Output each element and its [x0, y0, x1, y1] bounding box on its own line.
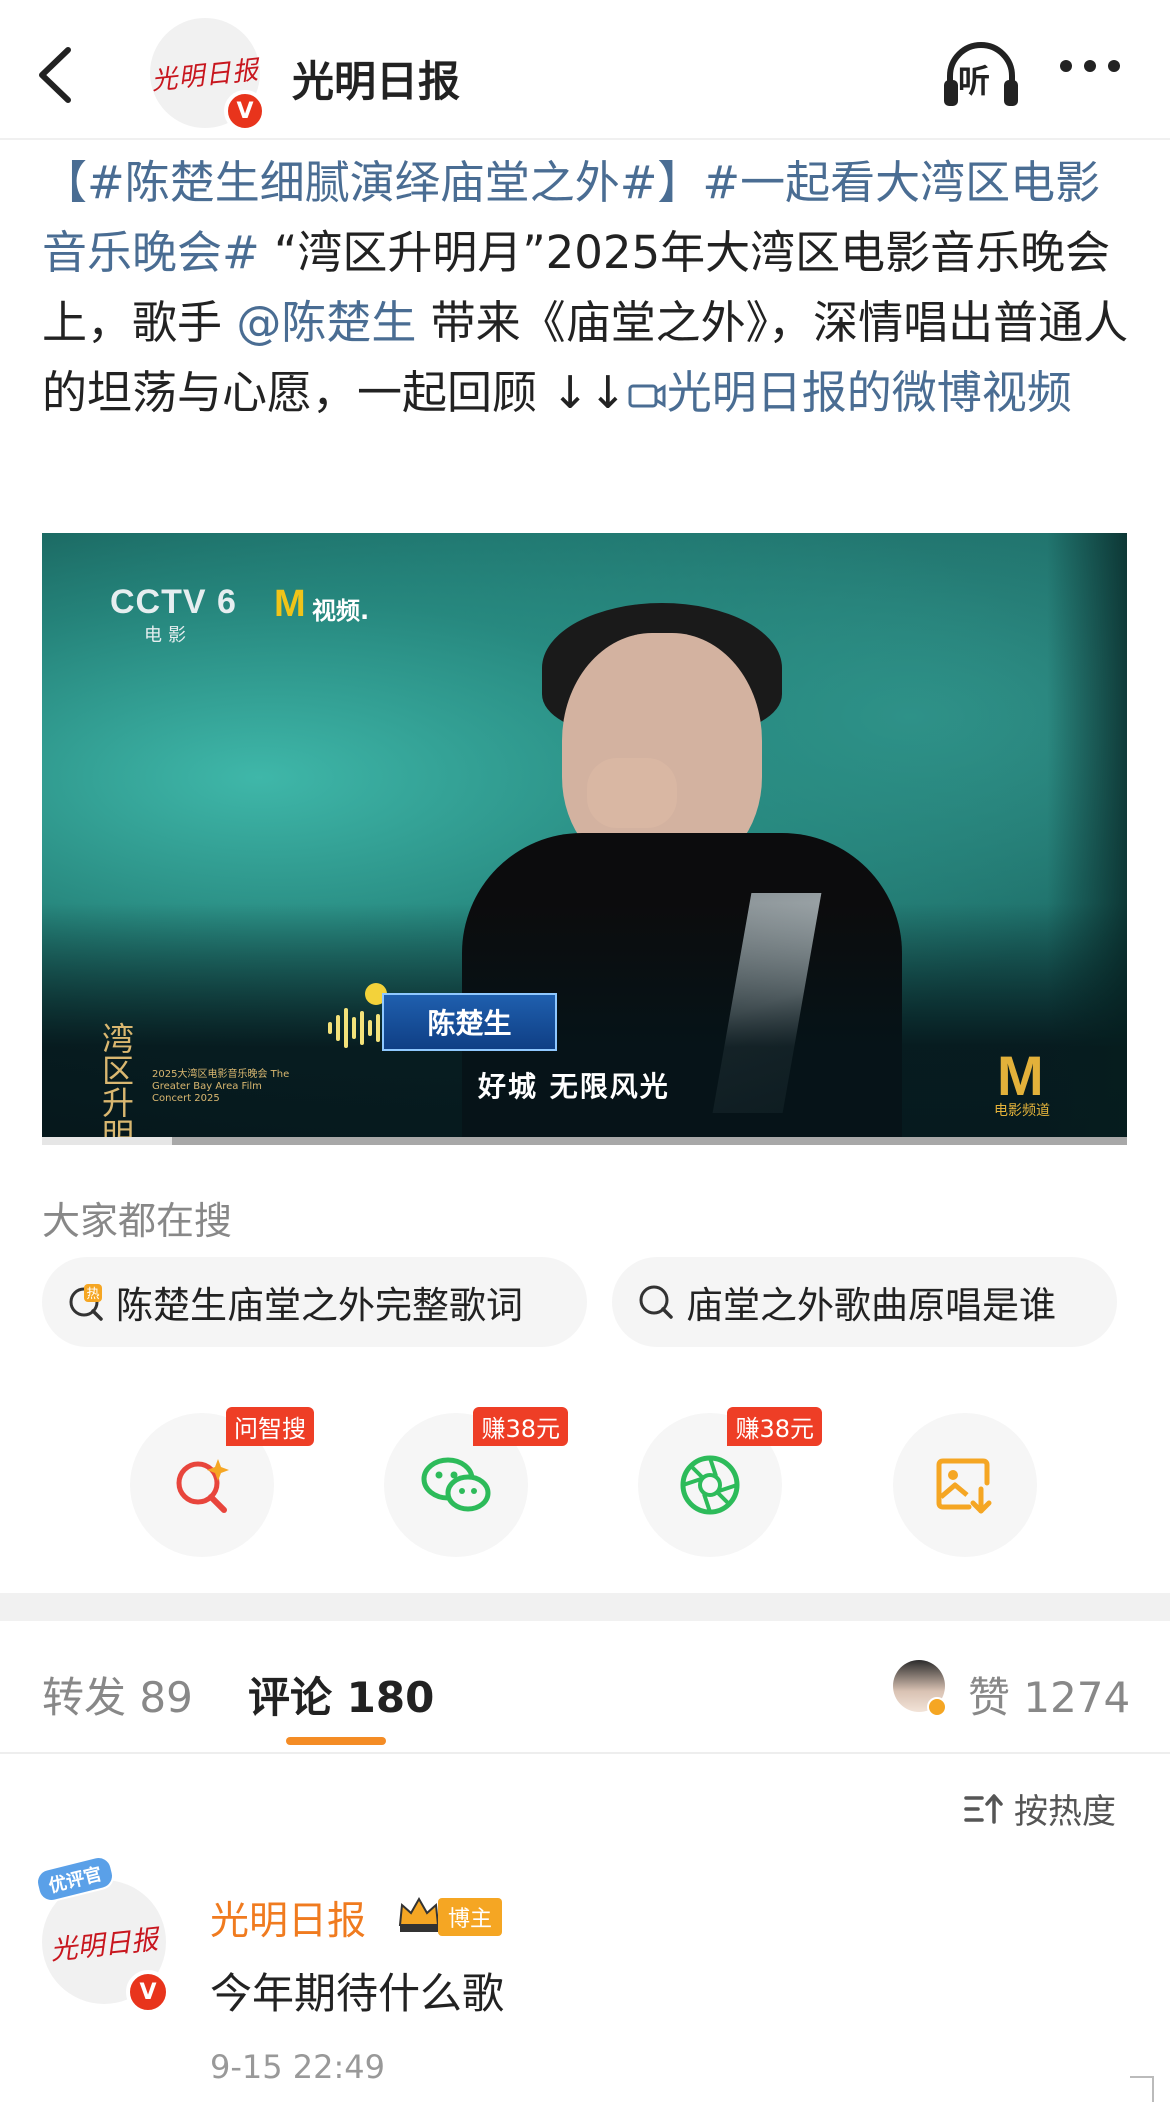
share-wechat-button[interactable]: 赚38元 — [384, 1407, 568, 1557]
svg-text:热: 热 — [86, 1287, 99, 1302]
ai-search-button[interactable]: 问智搜 — [130, 1407, 314, 1557]
lyric-subtitle: 好城 无限风光 — [478, 1070, 670, 1103]
tab-repost[interactable]: 转发 89 — [42, 1664, 193, 1725]
trending-search-title: 大家都在搜 — [42, 1199, 233, 1243]
hot-search-icon: 热 — [69, 1284, 103, 1321]
post-body: 【#陈楚生细腻演绎庙堂之外#】#一起看大湾区电影音乐晚会# “湾区升明月”202… — [42, 148, 1132, 428]
cctv-logo-sub: 电影 — [144, 625, 192, 646]
comment-timestamp: 9-15 22:49 — [210, 2048, 386, 2086]
verified-badge-icon: V — [224, 90, 266, 132]
search-suggestion-label: 庙堂之外歌曲原唱是谁 — [686, 1284, 1056, 1327]
sort-icon — [964, 1793, 1003, 1824]
crown-icon — [398, 1896, 440, 1932]
commenter-logo: 光明日报 — [48, 1923, 160, 1967]
wechat-icon — [421, 1457, 491, 1512]
author-tag: 博主 — [438, 1898, 503, 1936]
hashtag-link[interactable]: 【#陈楚生细腻演绎庙堂之外#】 — [42, 156, 702, 209]
event-logo: 湾区升明月 — [102, 1020, 135, 1145]
back-arrow-icon[interactable] — [30, 40, 80, 110]
save-image-button[interactable] — [893, 1413, 1037, 1557]
more-options-icon[interactable] — [1060, 60, 1120, 72]
video-player[interactable]: CCTV 6 电影 M 视频. 陈楚生 好城 无限风光 湾区升明月 2025大湾… — [42, 533, 1127, 1145]
verified-badge-icon: V — [126, 1970, 170, 2014]
sort-label: 按热度 — [1014, 1792, 1116, 1832]
video-progress-fill — [42, 1137, 173, 1145]
video-link-icon — [628, 384, 666, 408]
channel-corner-logo: M — [997, 1044, 1044, 1107]
singer-nameplate: 陈楚生 — [382, 993, 557, 1051]
commenter-name[interactable]: 光明日报 — [210, 1890, 366, 1946]
mention-link[interactable]: @陈楚生 — [236, 296, 416, 349]
search-suggestion-label: 陈楚生庙堂之外完整歌词 — [116, 1284, 523, 1327]
search-suggestion[interactable]: 热 陈楚生庙堂之外完整歌词 — [42, 1257, 587, 1347]
video-link[interactable]: 光明日报的微博视频 — [627, 366, 1072, 419]
ai-search-tag: 问智搜 — [226, 1407, 314, 1446]
active-tab-indicator — [286, 1737, 386, 1745]
comment-text: 今年期待什么歌 — [210, 1969, 505, 2018]
reward-tag: 赚38元 — [473, 1407, 568, 1446]
share-moments-button[interactable]: 赚38元 — [638, 1407, 822, 1557]
tab-comment[interactable]: 评论 180 — [248, 1664, 434, 1725]
m-video-logo: M — [274, 583, 306, 625]
ai-search-icon — [176, 1459, 229, 1513]
moments-icon — [680, 1455, 740, 1515]
top-bar: 光明日报 V 光明日报 听 — [0, 0, 1170, 140]
search-icon — [639, 1285, 673, 1319]
save-image-icon — [936, 1458, 992, 1514]
singer-figure — [587, 758, 677, 828]
tabs-divider — [0, 1752, 1170, 1754]
cctv-logo: CCTV 6 — [110, 583, 237, 621]
account-avatar[interactable]: 光明日报 V — [150, 18, 266, 132]
tab-like[interactable]: 赞 1274 — [968, 1664, 1130, 1725]
sort-button[interactable]: 按热度 — [964, 1784, 1116, 1833]
reward-tag: 赚38元 — [727, 1407, 822, 1446]
video-progress-bar[interactable] — [42, 1137, 1127, 1145]
section-divider — [0, 1593, 1170, 1621]
channel-corner-caption: 电影频道 — [994, 1103, 1050, 1119]
corner-mark — [1130, 2076, 1154, 2102]
stage-shadow — [1047, 533, 1127, 1145]
account-name[interactable]: 光明日报 — [292, 48, 460, 109]
listen-label: 听 — [958, 62, 991, 100]
search-suggestion[interactable]: 庙堂之外歌曲原唱是谁 — [612, 1257, 1117, 1347]
soundwave-icon — [328, 1003, 388, 1053]
m-video-label: 视频. — [312, 597, 370, 625]
event-caption: 2025大湾区电影音乐晚会 The Greater Bay Area Film … — [152, 1069, 290, 1104]
verified-badge-icon — [927, 1697, 947, 1717]
stage-shadow — [42, 903, 1127, 1143]
